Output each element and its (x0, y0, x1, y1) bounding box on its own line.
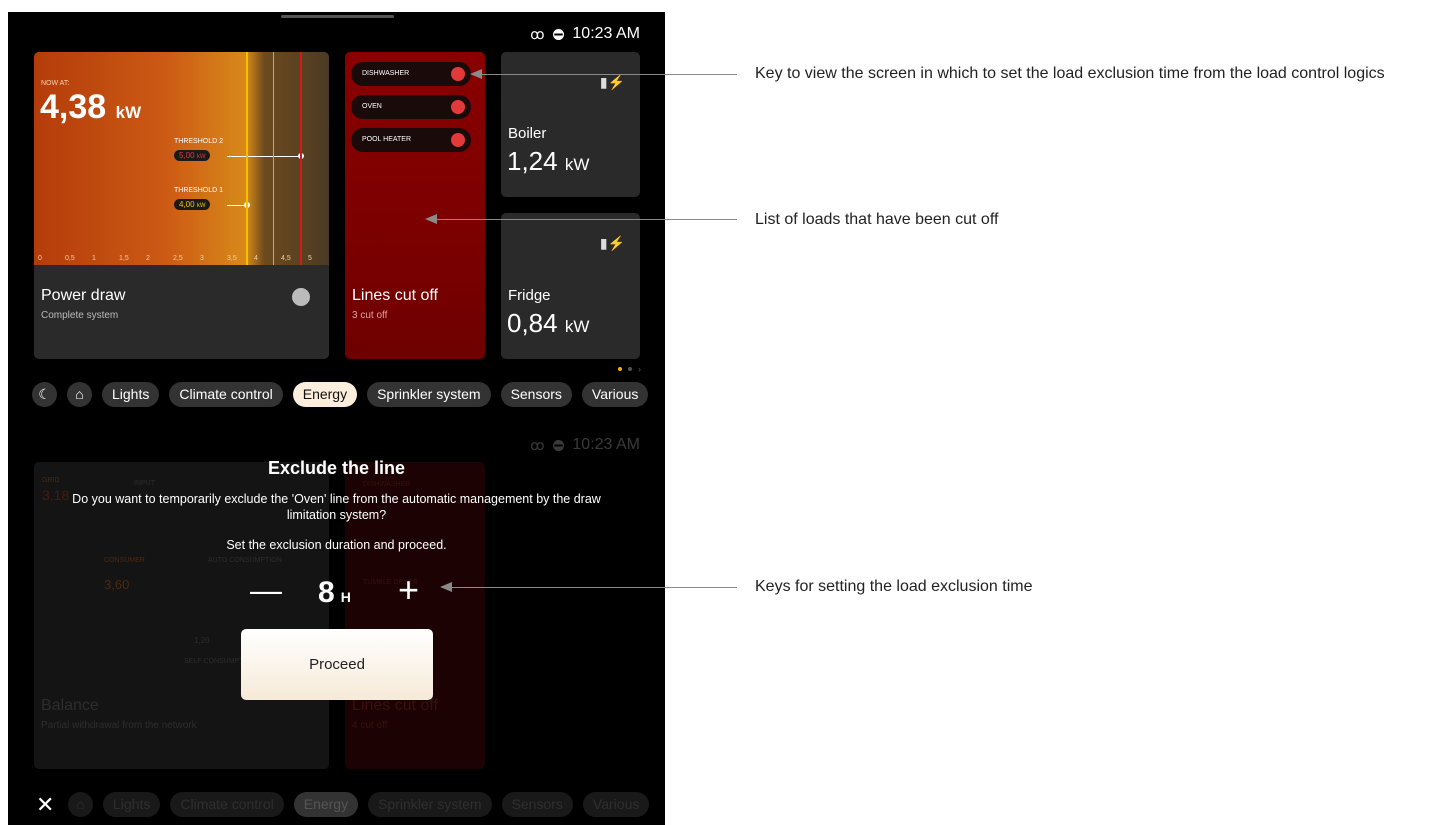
home-icon: ⌂ (68, 792, 93, 817)
annotation-3: Keys for setting the load exclusion time (755, 578, 1033, 595)
current-power: 4,38 kW (40, 88, 142, 126)
proceed-button[interactable]: Proceed (241, 629, 433, 700)
axis-tick: 4,5 (281, 255, 291, 262)
chevron-right-icon[interactable]: › (638, 364, 641, 374)
voicemail-icon: ꝏ (530, 25, 545, 42)
lines-cut-title: Lines cut off (352, 287, 438, 304)
do-not-disturb-icon: ⛔︎ (552, 25, 565, 42)
dim-status-bar: ꝏ ⛔︎ 10:23 AM (530, 436, 640, 454)
bg-lines-subtitle: 4 cut off (352, 720, 388, 731)
fridge-tile[interactable]: ▮⚡ Fridge 0,84 kW (501, 213, 640, 359)
close-icon[interactable]: ✕ (36, 792, 54, 818)
power-draw-card[interactable]: NOW AT: 4,38 kW THRESHOLD 2 5,00 kW THRE… (34, 52, 329, 359)
clock: 10:23 AM (572, 25, 640, 42)
dim-chip-sprinkler: Sprinkler system (368, 792, 492, 817)
axis-tick: 5 (308, 255, 312, 262)
threshold1-line (246, 52, 248, 265)
exclusion-hours: 8H (318, 576, 351, 609)
balance-title: Balance (41, 697, 99, 714)
increase-button[interactable]: + (398, 569, 419, 611)
home-icon[interactable]: ⌂ (67, 382, 92, 407)
annotation-2: List of loads that have been cut off (755, 211, 999, 228)
fridge-name: Fridge (508, 287, 551, 304)
voicemail-icon: ꝏ (530, 436, 545, 453)
plug-icon[interactable] (451, 67, 465, 81)
plug-icon[interactable] (451, 133, 465, 147)
boiler-value: 1,24 kW (507, 146, 590, 176)
small-value: 1,20 (194, 636, 210, 645)
category-bar: ☾ ⌂ Lights Climate control Energy Sprink… (32, 382, 649, 407)
page-dot-active (618, 367, 622, 371)
plug-charge-icon: ▮⚡ (599, 235, 625, 251)
power-draw-subtitle: Complete system (41, 310, 119, 321)
now-at-label: NOW AT: (41, 80, 70, 87)
axis-tick: 3 (200, 255, 204, 262)
bg-dishwasher: DISHWASHER (363, 481, 411, 488)
load-pill-oven[interactable]: OVEN (351, 95, 471, 119)
chip-lights[interactable]: Lights (102, 382, 160, 407)
chip-sensors[interactable]: Sensors (500, 382, 572, 407)
auto-consumption-label: AUTO CONSUMPTION (208, 557, 282, 564)
power-gauge: NOW AT: 4,38 kW THRESHOLD 2 5,00 kW THRE… (34, 52, 329, 265)
chip-sprinkler-system[interactable]: Sprinkler system (367, 382, 491, 407)
home-indicator (281, 15, 394, 18)
system-icon (292, 288, 310, 306)
axis-tick: 0 (38, 255, 42, 262)
dim-chip-energy: Energy (293, 792, 359, 817)
axis-tick: 3,5 (227, 255, 237, 262)
plug-icon[interactable] (451, 100, 465, 114)
dim-chip-various: Various (582, 792, 650, 817)
modal-title: Exclude the line (267, 458, 406, 478)
do-not-disturb-icon: ⛔︎ (552, 436, 565, 453)
chip-climate-control[interactable]: Climate control (169, 382, 283, 407)
boiler-name: Boiler (508, 125, 547, 142)
threshold1-label: THRESHOLD 1 (174, 187, 224, 194)
threshold2-line (300, 52, 302, 265)
axis-tick: 0,5 (65, 255, 75, 262)
threshold2-value: 5,00 kW (174, 150, 211, 161)
exclusion-stepper: — 8H + (8, 569, 665, 612)
threshold1-value: 4,00 kW (174, 199, 211, 210)
dim-category-bar: ⌂ Lights Climate control Energy Sprinkle… (68, 792, 650, 817)
consumer-label: CONSUMER (104, 557, 145, 564)
chip-energy[interactable]: Energy (292, 382, 358, 407)
axis-tick: 2 (146, 255, 150, 262)
decrease-button[interactable]: — (250, 572, 282, 609)
annotation-line-1 (480, 74, 737, 75)
annotation-line-2 (436, 219, 737, 220)
dim-chip-lights: Lights (103, 792, 161, 817)
dim-chip-sensors: Sensors (501, 792, 573, 817)
axis-tick: 1 (92, 255, 96, 262)
annotation-line-3 (451, 587, 737, 588)
modal-text: Do you want to temporarily exclude the '… (72, 492, 601, 522)
page-indicator[interactable]: › (618, 364, 641, 374)
axis-tick: 4 (254, 255, 258, 262)
current-draw-line (273, 52, 274, 265)
lines-cut-off-card[interactable]: DISHWASHER OVEN POOL HEATER Lines cut of… (345, 52, 485, 359)
threshold2-label: THRESHOLD 2 (174, 138, 224, 145)
axis-tick: 1,5 (119, 255, 129, 262)
fridge-value: 0,84 kW (507, 308, 590, 338)
threshold2-connector (227, 156, 301, 157)
load-pill-dishwasher[interactable]: DISHWASHER (351, 62, 471, 86)
dim-chip-climate: Climate control (170, 792, 284, 817)
plug-charge-icon: ▮⚡ (599, 74, 625, 90)
moon-icon[interactable]: ☾ (32, 382, 57, 407)
dim-clock: 10:23 AM (572, 436, 640, 453)
load-pill-pool-heater[interactable]: POOL HEATER (351, 128, 471, 152)
input-label: INPUT (134, 480, 155, 487)
chip-various[interactable]: Various (581, 382, 649, 407)
lines-cut-subtitle: 3 cut off (352, 310, 388, 321)
modal-instruction: Set the exclusion duration and proceed. (226, 538, 447, 552)
status-bar: ꝏ ⛔︎ 10:23 AM (530, 25, 640, 43)
tablet-screen: ꝏ ⛔︎ 10:23 AM NOW AT: 4,38 kW THRESHOLD … (8, 12, 665, 825)
page-dot (628, 367, 632, 371)
power-draw-title: Power draw (41, 287, 126, 304)
annotation-1: Key to view the screen in which to set t… (755, 65, 1385, 82)
axis-tick: 2,5 (173, 255, 183, 262)
balance-subtitle: Partial withdrawal from the network (41, 720, 197, 731)
